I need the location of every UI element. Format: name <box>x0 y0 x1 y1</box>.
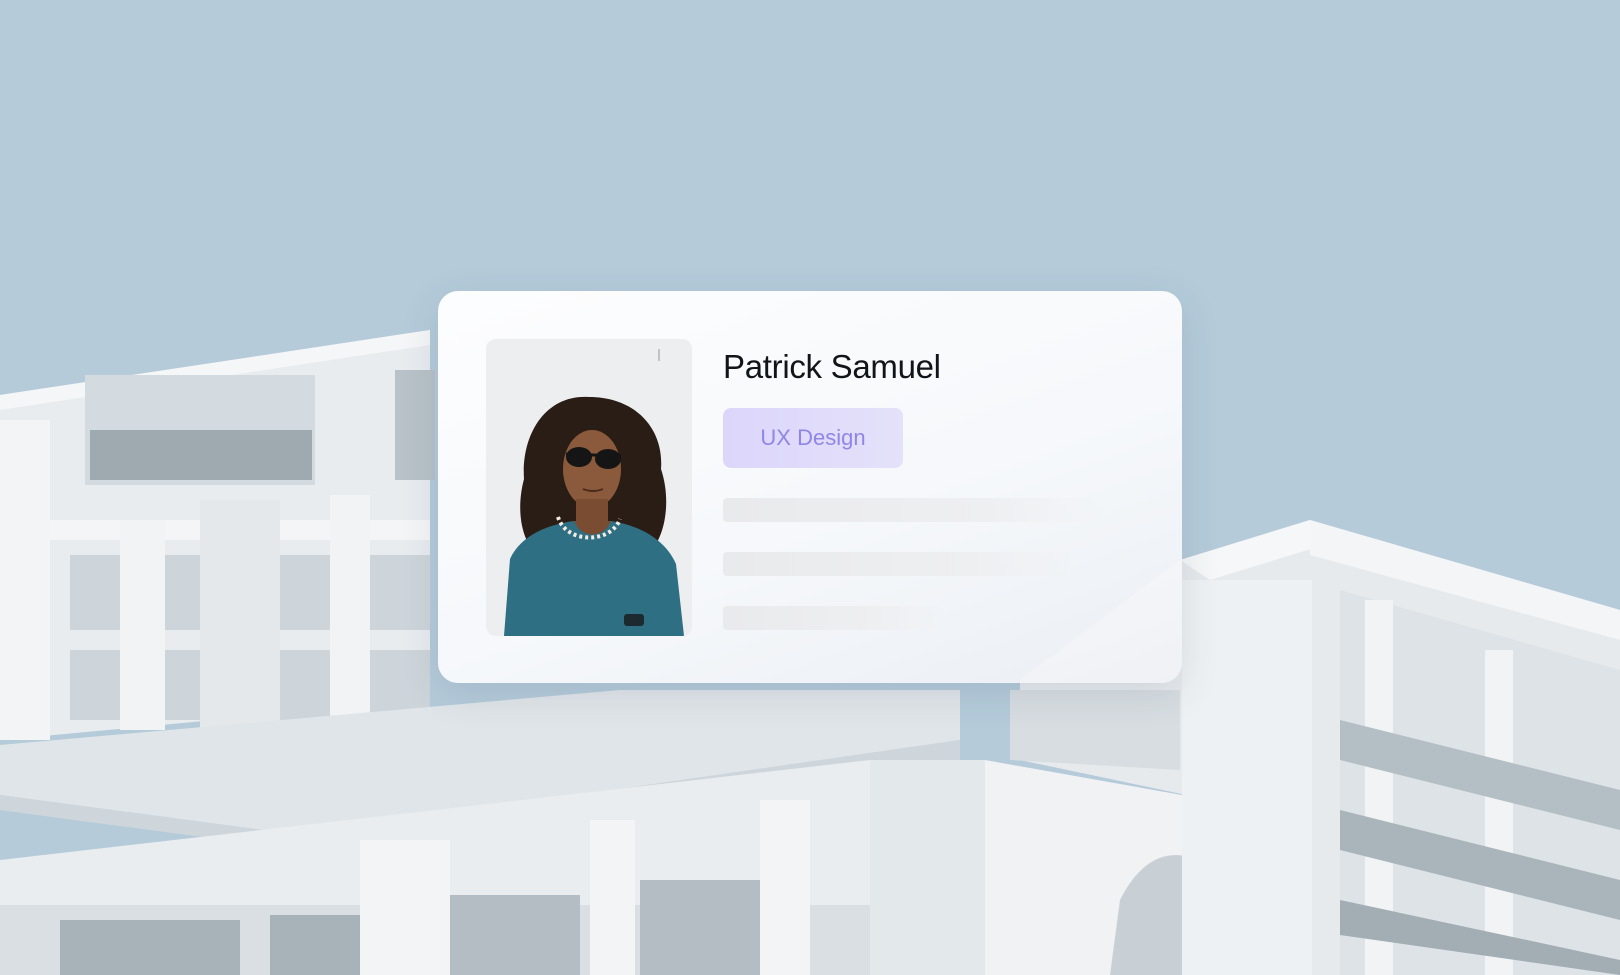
skeleton-line-3 <box>723 606 943 630</box>
profile-photo-image <box>486 339 692 636</box>
skeleton-line-1 <box>723 498 1103 522</box>
profile-photo <box>486 339 692 636</box>
profile-card: Patrick Samuel UX Design <box>438 291 1182 683</box>
role-tag-button[interactable]: UX Design <box>723 408 903 468</box>
profile-name: Patrick Samuel <box>723 348 941 385</box>
skeleton-line-2 <box>723 552 1078 576</box>
